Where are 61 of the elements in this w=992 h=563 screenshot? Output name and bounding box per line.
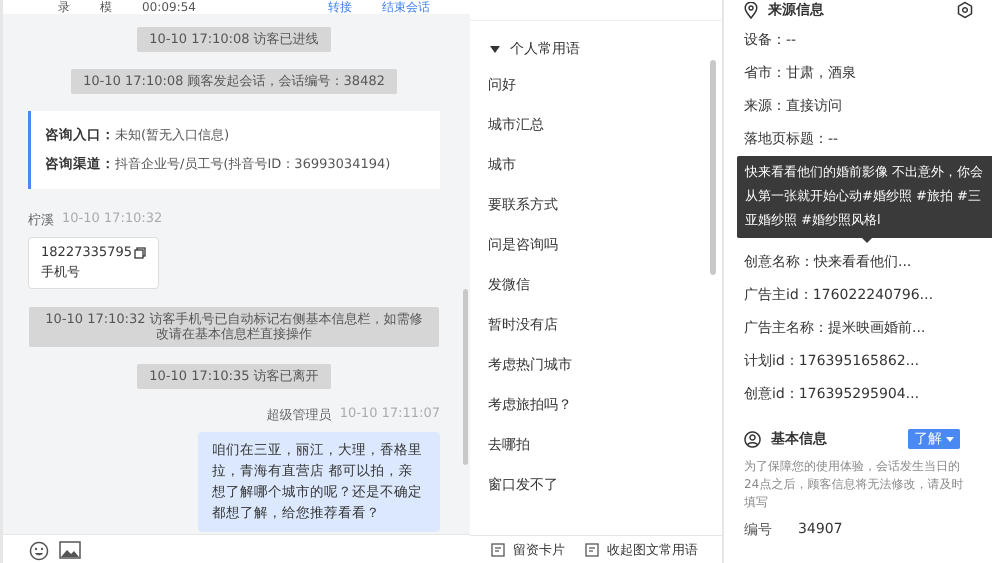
- image-icon[interactable]: [59, 541, 81, 559]
- header-link[interactable]: 转接: [328, 0, 352, 14]
- location-pin-icon: [744, 2, 758, 18]
- settings-icon[interactable]: [956, 1, 974, 19]
- phrase-item[interactable]: 问好: [488, 65, 722, 105]
- system-message: 10-10 17:10:08 顾客发起会话，会话编号：38482: [71, 69, 397, 94]
- toolbar-button[interactable]: 留资卡片: [491, 541, 565, 558]
- sender-name: 超级管理员: [266, 407, 332, 424]
- message-time: 10-10 17:10:32: [62, 211, 162, 228]
- scrollbar[interactable]: [710, 60, 716, 275]
- phrase-item[interactable]: 考虑旅拍吗？: [488, 385, 722, 425]
- phone-number: 18227335795: [41, 244, 132, 262]
- system-message: 10-10 17:10:08 访客已进线: [137, 27, 331, 52]
- document-icon: [585, 542, 599, 556]
- phrase-item[interactable]: 暂时没有店: [488, 305, 722, 345]
- phrase-item[interactable]: 城市汇总: [488, 105, 722, 145]
- source-info-item: 落地页标题：--: [744, 130, 840, 149]
- notice-text: 为了保障您的使用体验，会话发生当日的24点之后，顾客信息将无法修改，请及时填写: [744, 458, 964, 511]
- header-text: 录: [58, 0, 70, 14]
- entry-value: 抖音企业号/员工号(抖音号ID：36993034194): [115, 157, 390, 172]
- section-title: 基本信息: [771, 430, 827, 448]
- phone-label: 手机号: [41, 264, 81, 282]
- copy-icon[interactable]: [134, 247, 146, 259]
- phrase-item[interactable]: 考虑热门城市: [488, 345, 722, 385]
- source-info-item: 广告主名称：提米映画婚前...: [744, 319, 926, 338]
- source-info-item: 计划id：176395165862...: [744, 352, 920, 371]
- source-info-item: 省市：甘肃，酒泉: [744, 64, 857, 83]
- emoji-icon[interactable]: [29, 541, 49, 561]
- phrase-item[interactable]: 去哪拍: [488, 425, 722, 465]
- caret-icon: [946, 436, 954, 442]
- phrase-item[interactable]: 城市: [488, 145, 722, 185]
- phrase-item[interactable]: 问是咨询吗: [488, 225, 722, 265]
- header-text: 00:09:54: [142, 0, 196, 14]
- phrase-item[interactable]: 发微信: [488, 265, 722, 305]
- system-message: 10-10 17:10:32 访客手机号已自动标记右侧基本信息栏，如需修改请在基本信息栏直接操作: [29, 307, 439, 347]
- source-info-item: 创意名称：快来看看他们...: [744, 253, 912, 272]
- message-time: 10-10 17:11:07: [340, 406, 440, 423]
- field-value: 34907: [798, 521, 843, 539]
- system-message: 10-10 17:10:35 访客已离开: [137, 364, 331, 389]
- phrase-item[interactable]: 窗口发不了: [488, 465, 722, 505]
- entry-label: 咨询入口：: [45, 127, 115, 143]
- source-info-item: 设备：--: [744, 31, 798, 50]
- field-label: 编号: [744, 521, 772, 539]
- header-text: 模: [100, 0, 112, 14]
- entry-label: 咨询渠道：: [45, 156, 115, 172]
- tooltip: 快来看看他们的婚前影像 不出意外，你会从第一张就开始心动#婚纱照 #旅拍 #三亚婚纱照 #婚纱照风格l: [737, 156, 992, 238]
- source-info-item: 广告主id：176022240796...: [744, 286, 934, 305]
- agent-message: 咱们在三亚，丽江，大理，香格里拉，青海有直营店 都可以拍，亲想了解哪个城市的呢？还是不确定都想了解，给您推荐看看？: [198, 432, 440, 532]
- user-circle-icon: [744, 430, 761, 448]
- document-icon: [491, 542, 505, 556]
- source-info-item: 创意id：176395295904...: [744, 385, 920, 404]
- sender-name: 柠溪: [28, 212, 54, 229]
- source-info-item: 来源：直接访问: [744, 97, 843, 116]
- entry-value: 未知(暂无入口信息): [115, 128, 230, 143]
- header-link[interactable]: 结束会话: [382, 0, 430, 14]
- phrase-group-toggle[interactable]: 个人常用语: [470, 21, 722, 65]
- phrase-item[interactable]: 要联系方式: [488, 185, 722, 225]
- scrollbar[interactable]: [463, 289, 468, 465]
- toolbar-button[interactable]: 收起图文常用语: [585, 541, 698, 558]
- tooltip-arrow-icon: [862, 238, 872, 243]
- section-title: 来源信息: [768, 1, 824, 19]
